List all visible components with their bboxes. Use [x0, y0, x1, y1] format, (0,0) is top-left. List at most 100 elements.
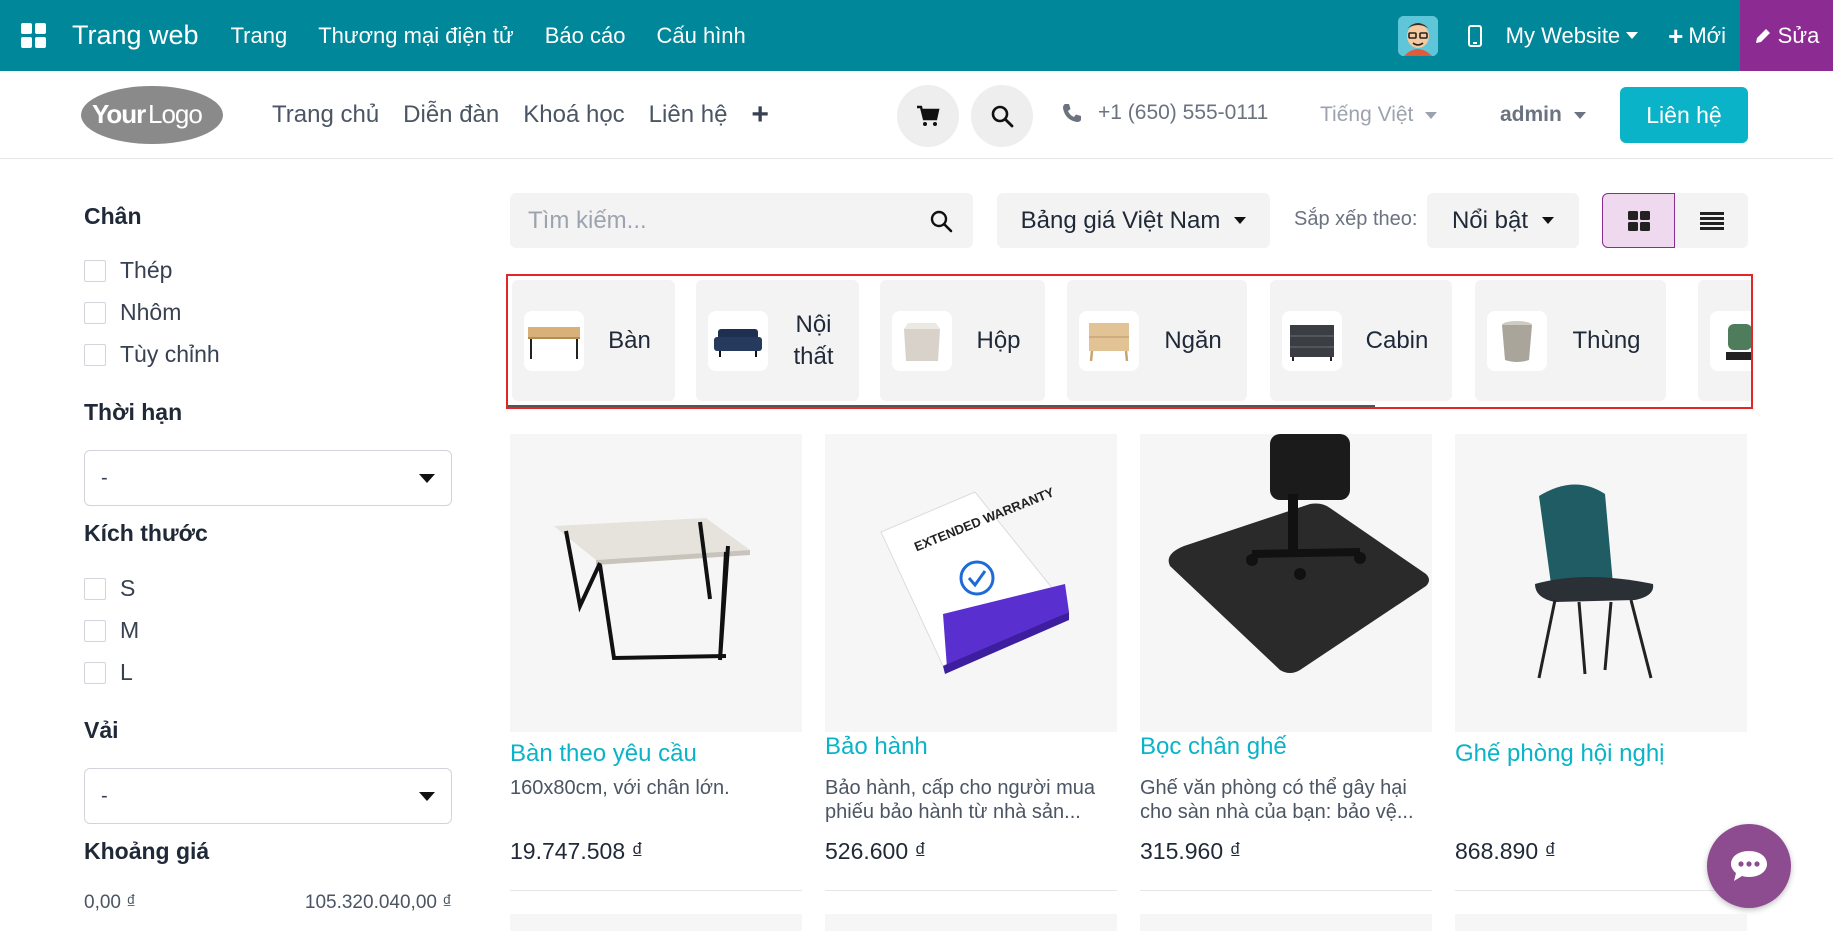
sort-label: Sắp xếp theo:	[1294, 208, 1418, 230]
carousel-scrollbar[interactable]	[508, 405, 1375, 407]
checkbox[interactable]	[84, 577, 106, 600]
add-menu-plus-icon[interactable]: +	[751, 98, 769, 132]
filter-title-legs: Chân	[84, 203, 142, 229]
site-search-button[interactable]	[971, 85, 1033, 147]
list-view-button[interactable]	[1675, 193, 1748, 248]
product-image[interactable]: EXTENDED WARRANTY	[825, 434, 1117, 732]
checkbox[interactable]	[84, 619, 106, 642]
svg-text:Your: Your	[92, 99, 146, 129]
product-price: 315.960 ₫	[1140, 838, 1242, 864]
nav-home[interactable]: Trang chủ	[272, 101, 379, 129]
product-name[interactable]: Ghế phòng hội nghị	[1455, 740, 1665, 768]
phone-number: +1 (650) 555-0111	[1098, 101, 1269, 124]
user-avatar[interactable]	[1397, 15, 1438, 56]
product-card[interactable]: Ghế phòng hội nghị 868.890 ₫	[1455, 434, 1747, 891]
product-image[interactable]	[510, 434, 802, 732]
product-image[interactable]	[1455, 434, 1747, 732]
category-label: Nội thất	[793, 311, 834, 370]
language-label: Tiếng Việt	[1320, 103, 1414, 126]
new-label: Mới	[1688, 22, 1726, 48]
filter-option-size-s[interactable]: S	[84, 575, 135, 602]
product-name[interactable]: Bảo hành	[825, 733, 928, 761]
category-tab-desks[interactable]: Bàn	[512, 280, 675, 401]
apps-menu-button[interactable]	[0, 0, 66, 71]
cart-button[interactable]	[897, 85, 959, 147]
edit-button[interactable]: Sửa	[1740, 0, 1833, 71]
new-button[interactable]: + Mới	[1668, 23, 1726, 49]
fabric-select[interactable]: -	[84, 768, 452, 824]
filter-option-size-l[interactable]: L	[84, 659, 133, 686]
category-tab-bins[interactable]: Thùng	[1475, 280, 1666, 401]
checkbox[interactable]	[84, 259, 106, 282]
category-tab-boxes[interactable]: Hộp	[880, 280, 1045, 401]
caret-down-icon	[419, 791, 435, 801]
menu-configuration[interactable]: Cấu hình	[656, 23, 745, 49]
category-carousel[interactable]: Bàn Nội thất Hộp Ngăn Cabin Thùng	[506, 274, 1753, 409]
apps-grid-icon	[20, 23, 46, 48]
filter-option-size-m[interactable]: M	[84, 617, 139, 644]
cart-icon	[917, 105, 940, 126]
duration-select[interactable]: -	[84, 450, 452, 506]
nav-contact[interactable]: Liên hệ	[649, 101, 728, 129]
language-selector[interactable]: Tiếng Việt	[1320, 103, 1438, 127]
user-menu[interactable]: admin	[1500, 103, 1586, 127]
category-tab-drawers[interactable]: Ngăn	[1067, 280, 1247, 401]
product-name[interactable]: Bọc chân ghế	[1140, 733, 1287, 761]
category-label: Hộp	[976, 326, 1021, 354]
pricelist-dropdown[interactable]: Bảng giá Việt Nam	[997, 193, 1270, 248]
grid-view-icon	[1627, 210, 1650, 231]
checkbox[interactable]	[84, 661, 106, 684]
livechat-button[interactable]	[1707, 824, 1791, 908]
product-card[interactable]: Bàn theo yêu cầu 160x80cm, với chân lớn.…	[510, 434, 802, 891]
menu-pages[interactable]: Trang	[231, 23, 288, 49]
phone-contact[interactable]: +1 (650) 555-0111	[1062, 101, 1268, 125]
nav-forum[interactable]: Diễn đàn	[403, 101, 499, 129]
category-tab-cabinets[interactable]: Cabin	[1270, 280, 1452, 401]
category-tab-furniture[interactable]: Nội thất	[696, 280, 859, 401]
category-tab-lamps[interactable]	[1698, 280, 1751, 401]
box-icon	[892, 310, 952, 371]
bin-icon	[1487, 310, 1547, 371]
filter-option-steel[interactable]: Thép	[84, 257, 172, 284]
app-title[interactable]: Trang web	[72, 20, 199, 51]
avatar-face-icon	[1397, 15, 1438, 56]
grid-view-button[interactable]	[1602, 193, 1675, 248]
caret-down-icon	[1542, 217, 1555, 224]
contact-us-button[interactable]: Liên hệ	[1620, 87, 1748, 143]
product-description	[1455, 776, 1747, 824]
sofa-icon	[708, 310, 768, 371]
mobile-preview-icon[interactable]	[1467, 24, 1482, 47]
desk-icon	[524, 310, 584, 371]
filter-title-duration: Thời hạn	[84, 399, 183, 425]
product-card-partial[interactable]	[510, 914, 802, 931]
site-logo[interactable]: Your Logo	[80, 85, 225, 145]
checkbox[interactable]	[84, 301, 106, 324]
nav-courses[interactable]: Khoá học	[523, 101, 624, 129]
product-card-partial[interactable]	[825, 914, 1117, 931]
filter-option-custom[interactable]: Tùy chỉnh	[84, 341, 220, 368]
product-card[interactable]: Bọc chân ghế Ghế văn phòng có thể gây hạ…	[1140, 434, 1432, 891]
product-price: 526.600 ₫	[825, 838, 927, 864]
caret-down-icon	[1573, 111, 1586, 119]
product-search-input[interactable]: Tìm kiếm...	[510, 193, 973, 248]
product-price: 19.747.508 ₫	[510, 838, 644, 864]
search-icon[interactable]	[929, 209, 953, 233]
view-toggle	[1602, 193, 1748, 248]
main-nav: Trang chủ Diễn đàn Khoá học Liên hệ +	[272, 71, 769, 159]
category-label: Thùng	[1572, 326, 1641, 354]
website-header: Your Logo Trang chủ Diễn đàn Khoá học Li…	[0, 71, 1833, 159]
checkbox[interactable]	[84, 343, 106, 366]
product-name[interactable]: Bàn theo yêu cầu	[510, 740, 697, 768]
website-switcher[interactable]: My Website	[1506, 23, 1639, 49]
menu-reports[interactable]: Báo cáo	[545, 23, 626, 49]
product-card-partial[interactable]	[1455, 914, 1747, 931]
product-card-partial[interactable]	[1140, 914, 1432, 931]
product-image[interactable]	[1140, 434, 1432, 732]
filter-option-aluminium[interactable]: Nhôm	[84, 299, 181, 326]
product-card[interactable]: EXTENDED WARRANTY Bảo hành Bảo hành, cấp…	[825, 434, 1117, 891]
product-description: Bảo hành, cấp cho người mua phiếu bảo hà…	[825, 777, 1096, 823]
sort-dropdown[interactable]: Nổi bật	[1427, 193, 1579, 248]
plus-icon: +	[1668, 20, 1684, 51]
caret-down-icon	[419, 473, 435, 483]
menu-ecommerce[interactable]: Thương mại điện tử	[318, 23, 514, 49]
